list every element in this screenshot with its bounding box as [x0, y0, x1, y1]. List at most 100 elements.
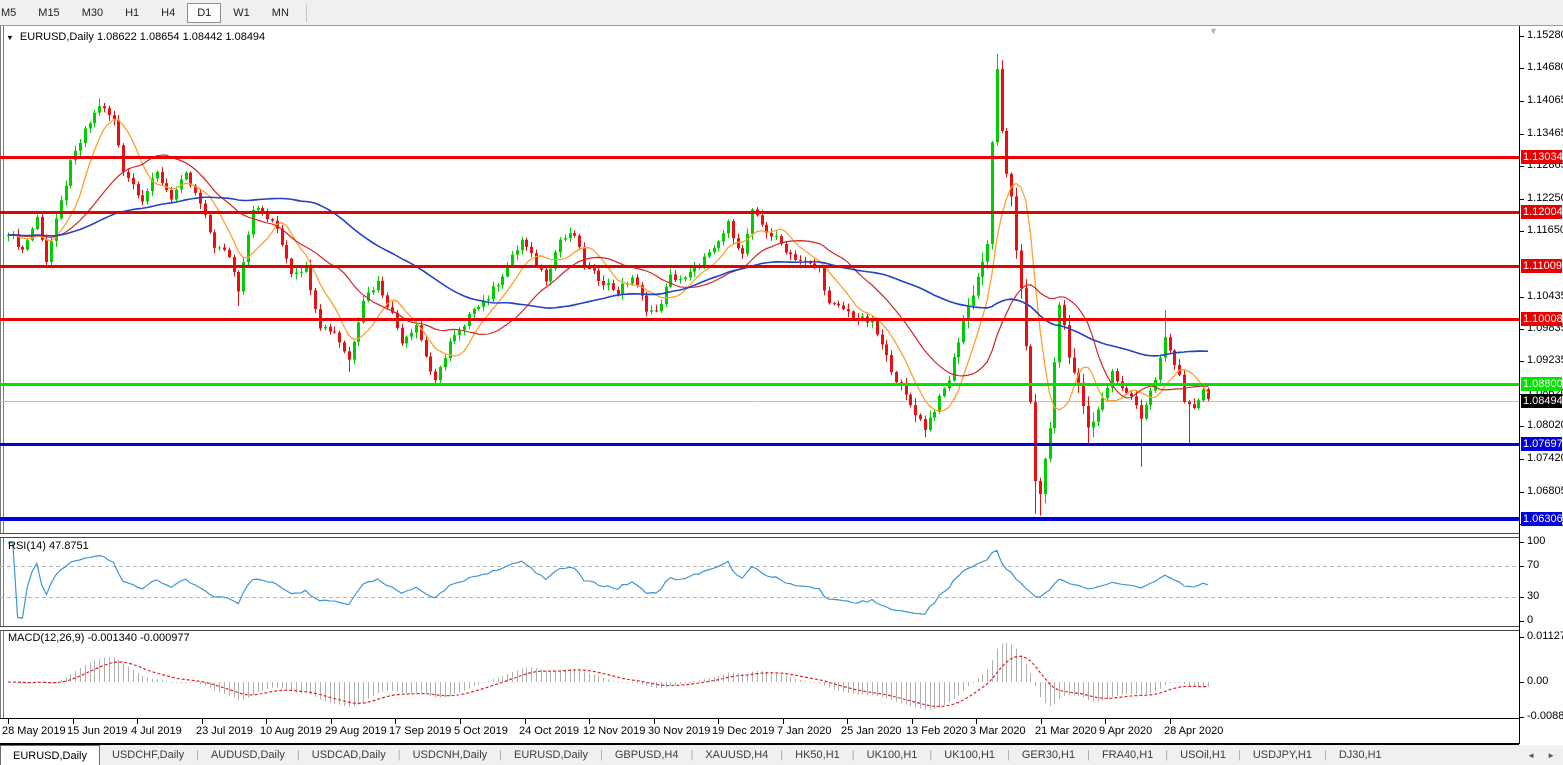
chart-symbol-label: EURUSD,Daily: [20, 31, 94, 43]
date-tick-mark: [331, 719, 332, 724]
tab-scroll-right-icon[interactable]: ►: [1547, 751, 1555, 760]
date-tick-mark: [718, 719, 719, 724]
price-tick-label: 1.12250: [1527, 192, 1563, 204]
price-tick-mark: [1519, 36, 1524, 37]
timeframe-button-list: M5M15M30H1H4D1W1MN: [0, 0, 313, 25]
timeframe-button-w1[interactable]: W1: [223, 3, 260, 23]
rsi-indicator-canvas[interactable]: [0, 537, 1519, 626]
timeframe-button-h1[interactable]: H1: [115, 3, 149, 23]
chart-shift-marker-icon[interactable]: ▼: [1209, 26, 1218, 36]
price-tick-label: 1.15280: [1527, 29, 1563, 41]
date-tick-label: 10 Aug 2019: [260, 725, 322, 737]
date-tick-mark: [976, 719, 977, 724]
rsi-label: RSI(14) 47.8751: [8, 540, 89, 552]
date-axis[interactable]: 28 May 201915 Jun 20194 Jul 201923 Jul 2…: [0, 719, 1519, 745]
hline-price-label: 1.12004: [1521, 205, 1562, 219]
toolbar-separator: [306, 4, 307, 22]
date-tick-mark: [589, 719, 590, 724]
rsi-tick-mark: [1519, 566, 1524, 567]
chart-tab-eurusd-daily[interactable]: EURUSD,Daily: [0, 745, 100, 765]
timeframe-button-m30[interactable]: M30: [72, 3, 113, 23]
macd-indicator-canvas[interactable]: [0, 629, 1519, 718]
macd-tick-label: 0.00: [1527, 675, 1548, 687]
date-tick-mark: [1041, 719, 1042, 724]
chart-tab-eurusd-daily[interactable]: EURUSD,Daily: [502, 745, 600, 765]
chart-tab-xauusd-h4[interactable]: XAUUSD,H4: [693, 745, 780, 765]
date-tick-label: 4 Jul 2019: [131, 725, 182, 737]
timeframe-button-m15[interactable]: M15: [28, 3, 69, 23]
timeframe-button-d1[interactable]: D1: [187, 3, 221, 23]
rsi-tick-mark: [1519, 597, 1524, 598]
price-tick-mark: [1519, 492, 1524, 493]
date-tick-mark: [395, 719, 396, 724]
price-chart-canvas[interactable]: [0, 27, 1519, 532]
chart-tab-gbpusd-h4[interactable]: GBPUSD,H4: [603, 745, 691, 765]
rsi-tick-label: 70: [1527, 559, 1539, 571]
timeframe-button-mn[interactable]: MN: [262, 3, 299, 23]
price-tick-label: 1.10435: [1527, 290, 1563, 302]
date-tick-label: 30 Nov 2019: [648, 725, 710, 737]
rsi-tick-mark: [1519, 621, 1524, 622]
price-tick-label: 1.14065: [1527, 94, 1563, 106]
hline-price-label: 1.11009: [1521, 259, 1562, 273]
price-tick-label: 1.14680: [1527, 61, 1563, 73]
macd-tick-label: 0.011277: [1527, 630, 1563, 642]
chart-tab-uk100-h1[interactable]: UK100,H1: [855, 745, 930, 765]
price-tick-mark: [1519, 426, 1524, 427]
chart-tab-bar: EURUSD,DailyUSDCHF,Daily|AUDUSD,Daily|US…: [0, 745, 1563, 765]
chart-title: ▼ EURUSD,Daily 1.08622 1.08654 1.08442 1…: [6, 31, 265, 43]
date-tick-mark: [1105, 719, 1106, 724]
price-tick-mark: [1519, 68, 1524, 69]
date-tick-label: 13 Feb 2020: [906, 725, 968, 737]
price-tick-mark: [1519, 361, 1524, 362]
date-tick-label: 25 Jan 2020: [841, 725, 902, 737]
tab-scroll-left-icon[interactable]: ◄: [1527, 751, 1535, 760]
rsi-tick-label: 0: [1527, 614, 1533, 626]
macd-tick-mark: [1519, 717, 1524, 718]
macd-tick-mark: [1519, 682, 1524, 683]
price-tick-label: 1.09235: [1527, 354, 1563, 366]
price-tick-label: 1.08020: [1527, 419, 1563, 431]
price-tick-mark: [1519, 134, 1524, 135]
chart-tab-fra40-h1[interactable]: FRA40,H1: [1090, 745, 1165, 765]
date-tick-label: 19 Dec 2019: [712, 725, 774, 737]
date-tick-mark: [8, 719, 9, 724]
timeframe-button-h4[interactable]: H4: [151, 3, 185, 23]
chart-tab-usoil-h1[interactable]: USOil,H1: [1168, 745, 1238, 765]
date-tick-label: 17 Sep 2019: [389, 725, 451, 737]
timeframe-button-m5[interactable]: M5: [0, 3, 26, 23]
date-tick-mark: [847, 719, 848, 724]
date-tick-mark: [202, 719, 203, 724]
collapse-icon[interactable]: ▼: [6, 33, 14, 41]
date-tick-label: 24 Oct 2019: [519, 725, 579, 737]
date-tick-mark: [783, 719, 784, 724]
macd-label: MACD(12,26,9) -0.001340 -0.000977: [8, 632, 190, 644]
price-tick-label: 1.07420: [1527, 452, 1563, 464]
chart-tab-uk100-h1[interactable]: UK100,H1: [932, 745, 1007, 765]
terminal-window: M5M15M30H1H4D1W1MN ▼ EURUSD,Daily 1.0862…: [0, 0, 1563, 765]
chart-tab-usdjpy-h1[interactable]: USDJPY,H1: [1241, 745, 1324, 765]
chart-tab-usdcad-daily[interactable]: USDCAD,Daily: [300, 745, 398, 765]
price-axis[interactable]: 1.152801.146801.140651.134651.128651.122…: [1520, 26, 1563, 744]
date-tick-label: 28 May 2019: [2, 725, 66, 737]
price-tick-mark: [1519, 101, 1524, 102]
macd-tick-mark: [1519, 637, 1524, 638]
date-tick-label: 15 Jun 2019: [67, 725, 128, 737]
date-tick-label: 12 Nov 2019: [583, 725, 645, 737]
hline-price-label: 1.07697: [1521, 437, 1562, 451]
price-tick-mark: [1519, 231, 1524, 232]
hline-price-label: 1.08800: [1521, 377, 1562, 391]
price-tick-mark: [1519, 459, 1524, 460]
price-tick-mark: [1519, 297, 1524, 298]
chart-window: ▼ EURUSD,Daily 1.08622 1.08654 1.08442 1…: [0, 26, 1563, 745]
chart-tab-ger30-h1[interactable]: GER30,H1: [1010, 745, 1087, 765]
date-tick-label: 3 Mar 2020: [970, 725, 1026, 737]
date-tick-mark: [912, 719, 913, 724]
chart-tab-audusd-daily[interactable]: AUDUSD,Daily: [199, 745, 297, 765]
chart-tab-dj30-h1[interactable]: DJ30,H1: [1327, 745, 1394, 765]
chart-tab-usdchf-daily[interactable]: USDCHF,Daily: [100, 745, 196, 765]
chart-tab-hk50-h1[interactable]: HK50,H1: [783, 745, 852, 765]
price-tick-mark: [1519, 166, 1524, 167]
chart-tab-usdcnh-daily[interactable]: USDCNH,Daily: [401, 745, 500, 765]
date-tick-mark: [137, 719, 138, 724]
